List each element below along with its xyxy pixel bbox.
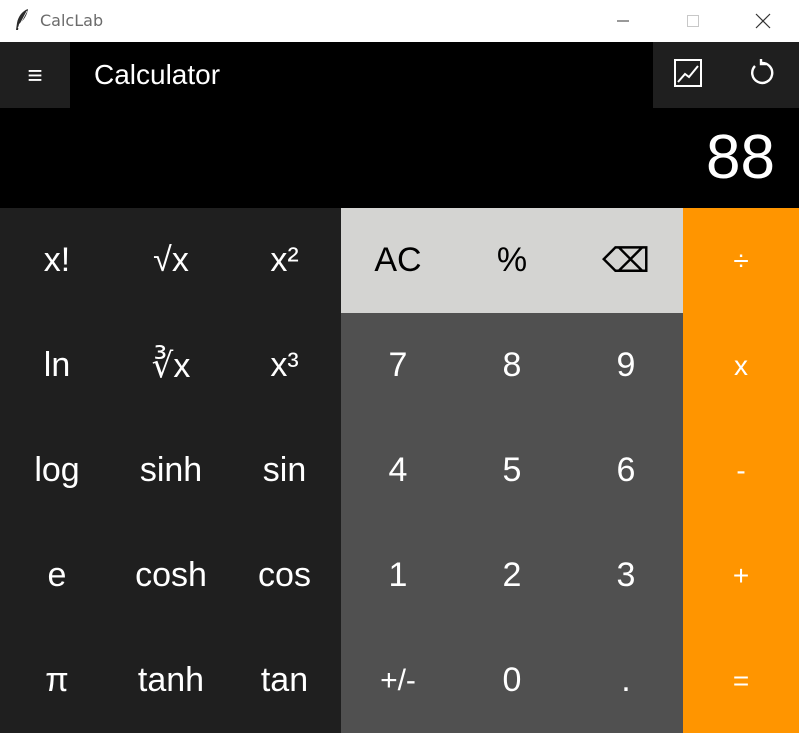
key-7[interactable]: 7	[341, 313, 455, 418]
key-euler[interactable]: e	[0, 523, 114, 628]
key-cube[interactable]: x³	[228, 313, 341, 418]
key-square-root[interactable]: √x	[114, 208, 228, 313]
key-square[interactable]: x²	[228, 208, 341, 313]
key-decimal[interactable]: .	[569, 628, 683, 733]
key-0[interactable]: 0	[455, 628, 569, 733]
window-title: CalcLab	[40, 11, 104, 30]
key-tanh[interactable]: tanh	[114, 628, 228, 733]
page-title: Calculator	[94, 59, 221, 90]
key-pi[interactable]: π	[0, 628, 114, 733]
key-percent[interactable]: %	[455, 208, 569, 313]
maximize-button[interactable]	[658, 0, 728, 42]
result-display: 88	[0, 108, 799, 208]
key-cosh[interactable]: cosh	[114, 523, 228, 628]
history-button[interactable]	[723, 42, 799, 108]
feather-icon	[12, 8, 32, 32]
close-icon	[755, 13, 771, 29]
key-multiply[interactable]: x	[683, 313, 799, 418]
keypad: x! √x x² AC % ⌫ ÷ ln ∛x x³ 7 8 9 x log s…	[0, 208, 799, 733]
key-5[interactable]: 5	[455, 418, 569, 523]
key-4[interactable]: 4	[341, 418, 455, 523]
key-subtract[interactable]: -	[683, 418, 799, 523]
display-value: 88	[706, 123, 775, 192]
key-tan[interactable]: tan	[228, 628, 341, 733]
graph-button[interactable]	[653, 42, 723, 108]
history-icon	[746, 58, 776, 93]
key-divide[interactable]: ÷	[683, 208, 799, 313]
graph-icon	[673, 58, 703, 93]
key-sin[interactable]: sin	[228, 418, 341, 523]
minimize-icon	[616, 14, 630, 28]
key-all-clear[interactable]: AC	[341, 208, 455, 313]
key-log[interactable]: log	[0, 418, 114, 523]
menu-button[interactable]: ≡	[0, 42, 70, 108]
key-sinh[interactable]: sinh	[114, 418, 228, 523]
key-3[interactable]: 3	[569, 523, 683, 628]
close-button[interactable]	[728, 0, 798, 42]
key-8[interactable]: 8	[455, 313, 569, 418]
key-9[interactable]: 9	[569, 313, 683, 418]
key-cube-root[interactable]: ∛x	[114, 313, 228, 418]
window-titlebar: CalcLab	[0, 0, 799, 42]
key-equals[interactable]: =	[683, 628, 799, 733]
key-2[interactable]: 2	[455, 523, 569, 628]
minimize-button[interactable]	[588, 0, 658, 42]
maximize-icon	[686, 14, 700, 28]
key-1[interactable]: 1	[341, 523, 455, 628]
key-add[interactable]: +	[683, 523, 799, 628]
key-negate[interactable]: +/-	[341, 628, 455, 733]
app-header: ≡ Calculator	[0, 42, 799, 108]
key-6[interactable]: 6	[569, 418, 683, 523]
key-factorial[interactable]: x!	[0, 208, 114, 313]
menu-icon: ≡	[27, 59, 43, 90]
key-cos[interactable]: cos	[228, 523, 341, 628]
key-backspace[interactable]: ⌫	[569, 208, 683, 313]
key-natural-log[interactable]: ln	[0, 313, 114, 418]
